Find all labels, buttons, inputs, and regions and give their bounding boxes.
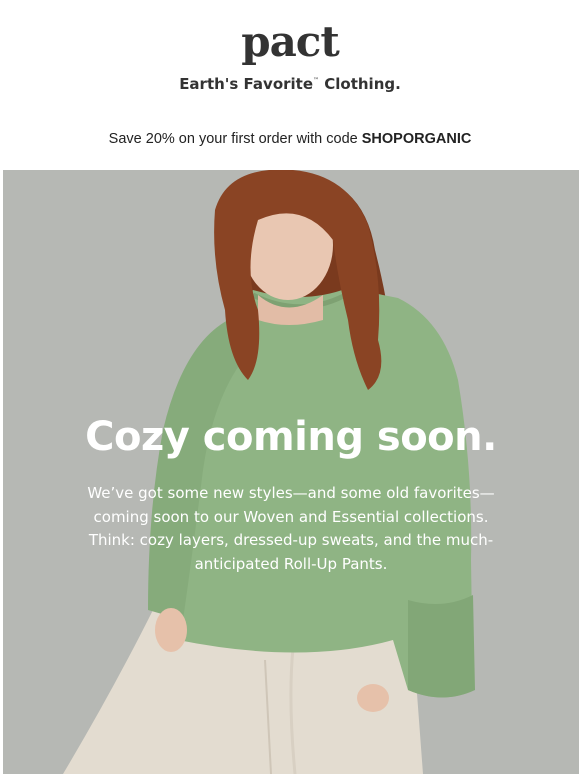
promo-banner[interactable]: Save 20% on your first order with code S… — [0, 131, 580, 147]
brand-tagline: Earth's Favorite™ Clothing. — [0, 75, 580, 93]
tagline-prefix: Earth's Favorite — [179, 75, 314, 93]
pact-logo[interactable]: pact — [0, 17, 580, 66]
hero-headline: Cozy coming soon. — [85, 414, 497, 460]
hero-banner[interactable]: Cozy coming soon. We’ve got some new sty… — [3, 170, 579, 774]
promo-code: SHOPORGANIC — [361, 131, 472, 147]
email-header: pact Earth's Favorite™ Clothing. Save 20… — [0, 0, 580, 170]
tagline-suffix: Clothing. — [324, 75, 401, 93]
hero-model-image — [63, 170, 475, 774]
trademark-mark: ™ — [313, 77, 320, 84]
hero-body-text: We’ve got some new styles—and some old f… — [87, 484, 495, 573]
promo-text: Save 20% on your first order with code — [108, 131, 362, 147]
